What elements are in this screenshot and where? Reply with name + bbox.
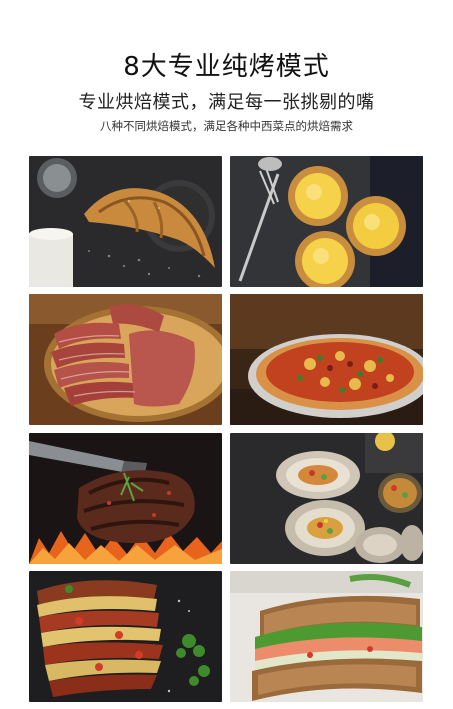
layered-dish-image: [29, 571, 222, 702]
sandwich-image: [230, 571, 423, 702]
pizza-image: [230, 294, 423, 425]
photo-grid: [0, 0, 453, 709]
sliced-meat-image: [29, 294, 222, 425]
egg-tart-image: [230, 156, 423, 287]
grilled-steak-image: [29, 433, 222, 564]
croissant-image: [29, 156, 222, 287]
baked-oysters-image: [230, 433, 423, 564]
